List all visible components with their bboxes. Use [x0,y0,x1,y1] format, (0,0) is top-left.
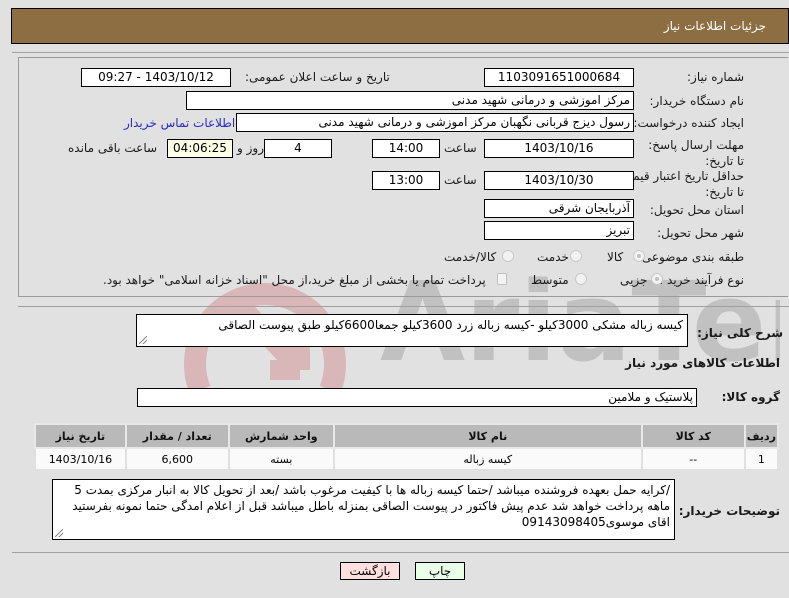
days-label: روز و [237,141,264,155]
announce-datetime-field: 1403/10/12 - 09:27 [81,68,231,87]
buyer-notes-textarea[interactable]: /کرایه حمل بعهده فروشنده میباشد /حتما کی… [52,479,675,540]
buyer-org-field: مرکز اموزشی و درمانی شهید مدنی [186,91,634,110]
process-type-label: نوع فرآیند خرید : [659,273,744,287]
announce-datetime-label: تاریخ و ساعت اعلان عمومی: [245,70,390,84]
price-validity-time-field: 13:00 [372,171,440,190]
category-option-service: خدمت [537,250,569,264]
province-field: آذربایجان شرقی [484,199,634,218]
process-option-minor: جزیی [620,273,648,287]
divider [12,552,789,553]
cell-code: -- [640,447,746,471]
requester-field: رسول دیزج قربانی نگهبان مرکز اموزشی و در… [236,113,634,132]
city-field: تبریز [484,221,634,240]
price-validity-date-field: 1403/10/30 [484,171,634,190]
description-text: کیسه زباله مشکی 3000کیلو -کیسه زباله زرد… [218,318,683,332]
col-header-quantity: تعداد / مقدار [124,423,230,449]
buyer-contact-link[interactable]: اطلاعات تماس خریدار [124,116,235,130]
treasury-checkbox[interactable] [497,273,507,285]
page-header: جزئیات اطلاعات نیاز [11,8,789,44]
category-label: طبقه بندی موضوعی: [637,250,744,264]
process-option-medium: متوسط [531,273,569,287]
price-time-label: ساعت [444,173,477,187]
category-radio-goods[interactable] [633,250,645,262]
reply-deadline-label: مهلت ارسال پاسخ: تا تاریخ: [648,138,744,168]
remaining-days-field: 4 [264,139,332,158]
province-label: استان محل تحویل: [649,203,744,217]
col-header-name: نام کالا [332,423,643,449]
table-header-row: ردیف کد کالا نام کالا واحد شمارش تعداد /… [34,423,780,449]
cell-unit: بسته [227,447,335,471]
cell-quantity: 6,600 [124,447,230,471]
col-header-row-number: ردیف [743,423,780,449]
divider [12,52,789,53]
need-number-field: 1103091651000684 [484,68,634,87]
cell-row-number: 1 [743,447,780,471]
table-row: 1 -- کیسه زباله بسته 6,600 1403/10/16 [34,447,780,471]
back-button[interactable]: بازگشت [340,562,400,580]
category-option-goods: کالا [607,250,624,264]
resize-grip-icon[interactable] [139,336,147,344]
process-radio-minor[interactable] [651,273,663,285]
requester-label: ایجاد کننده درخواست: [633,116,744,130]
need-number-label: شماره نیاز: [687,70,744,84]
category-radio-goods-service[interactable] [502,250,514,262]
buyer-notes-label: توضیحات خریدار: [678,504,780,518]
category-option-goods-service: کالا/خدمت [444,250,497,264]
resize-grip-icon[interactable] [55,529,63,537]
goods-group-label: گروه کالا: [721,390,780,404]
col-header-unit: واحد شمارش [227,423,335,449]
goods-section-title: اطلاعات کالاهای مورد نیاز [625,356,780,370]
col-header-code: کد کالا [640,423,746,449]
print-button[interactable]: چاپ [415,562,465,580]
treasury-checkbox-label: پرداخت تمام یا بخشی از مبلغ خرید،از محل … [103,273,486,287]
city-label: شهر محل تحویل: [657,226,744,240]
process-radio-medium[interactable] [575,273,587,285]
remaining-time-label: ساعت باقی مانده [68,141,158,155]
cell-need-date: 1403/10/16 [34,447,127,471]
goods-group-field: پلاستیک و ملامین [137,388,697,407]
category-radio-service[interactable] [570,250,582,262]
cell-name: کیسه زباله [332,447,643,471]
remaining-time-field: 04:06:25 [167,139,233,158]
description-label: شرح کلی نیاز: [697,326,783,340]
divider [18,306,789,307]
reply-time-label: ساعت [444,141,477,155]
col-header-need-date: تاریخ نیاز [34,423,127,449]
reply-deadline-date-field: 1403/10/16 [484,139,634,158]
buyer-org-label: نام دستگاه خریدار: [649,94,745,108]
page-title: جزئیات اطلاعات نیاز [663,19,766,33]
buyer-notes-text: /کرایه حمل بعهده فروشنده میباشد /حتما کی… [72,483,670,529]
goods-table: ردیف کد کالا نام کالا واحد شمارش تعداد /… [34,423,780,471]
reply-deadline-time-field: 14:00 [372,139,440,158]
description-textarea[interactable]: کیسه زباله مشکی 3000کیلو -کیسه زباله زرد… [136,314,688,347]
